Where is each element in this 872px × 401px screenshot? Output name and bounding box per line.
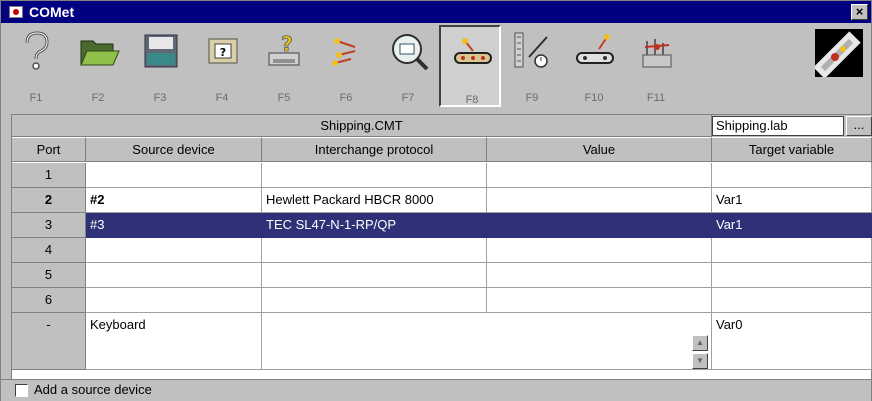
target-cell[interactable] xyxy=(712,163,872,188)
signal-connect-icon xyxy=(332,38,356,66)
value-cell[interactable] xyxy=(487,263,712,288)
value-cell[interactable] xyxy=(487,288,712,313)
value-cell[interactable] xyxy=(487,238,712,263)
open-button[interactable]: F2 xyxy=(67,25,129,107)
target-cell[interactable]: Var0 xyxy=(712,313,872,370)
gauge-button[interactable]: F9 xyxy=(501,25,563,107)
window-title: COMet xyxy=(29,4,75,20)
lab-file-field[interactable]: Shipping.lab xyxy=(712,116,844,136)
port-cell: 5 xyxy=(12,263,86,288)
port-cell: 6 xyxy=(12,288,86,313)
protocol-cell[interactable]: TEC SL47-N-1-RP/QP xyxy=(262,213,487,238)
toolbar: F1 F2 F3 ? F4 ? F5 F6 F7 F8 F9 F10 F11 xyxy=(1,23,871,109)
fkey-label: F5 xyxy=(277,92,291,104)
port-cell: 1 xyxy=(12,163,86,188)
cmt-file-name: Shipping.CMT xyxy=(12,115,712,137)
conveyor-button[interactable]: F8 xyxy=(439,25,501,107)
save-disk-icon xyxy=(144,34,178,68)
port-cell: 4 xyxy=(12,238,86,263)
comet-logo-icon xyxy=(815,29,863,77)
svg-text:?: ? xyxy=(281,32,293,56)
open-folder-icon xyxy=(80,40,120,66)
print-help-button[interactable]: ? F5 xyxy=(253,25,315,107)
save-button[interactable]: F3 xyxy=(129,25,191,107)
signal-button[interactable]: F6 xyxy=(315,25,377,107)
value-cell[interactable] xyxy=(487,188,712,213)
scroll-up-button[interactable]: ▲ xyxy=(692,335,708,351)
table-row[interactable]: 6 xyxy=(12,288,872,313)
keyboard-row[interactable]: - Keyboard ▲ ▼ Var0 xyxy=(12,313,872,370)
fkey-label: F7 xyxy=(401,92,415,104)
source-cell[interactable]: #2 xyxy=(86,188,262,213)
network-button[interactable]: F11 xyxy=(625,25,687,107)
header-source-device[interactable]: Source device xyxy=(86,137,262,162)
source-cell[interactable] xyxy=(86,163,262,188)
magnifier-display-icon xyxy=(392,34,429,71)
port-table: Shipping.CMT Shipping.lab ... Port Sourc… xyxy=(11,114,872,379)
source-cell[interactable] xyxy=(86,263,262,288)
protocol-cell[interactable] xyxy=(262,288,487,313)
port-cell: 2 xyxy=(12,188,86,213)
protocol-cell[interactable]: Hewlett Packard HBCR 8000 xyxy=(262,188,487,213)
target-cell[interactable]: Var1 xyxy=(712,188,872,213)
browse-button[interactable]: ... xyxy=(846,116,872,136)
source-cell[interactable] xyxy=(86,238,262,263)
device-info-icon: ? xyxy=(208,38,238,64)
header-value[interactable]: Value xyxy=(487,137,712,162)
table-row-selected[interactable]: 3 #3 TEC SL47-N-1-RP/QP Var1 xyxy=(12,213,872,238)
belt-scan-icon xyxy=(576,34,614,64)
table-row[interactable]: 1 xyxy=(12,163,872,188)
device-info-button[interactable]: ? F4 xyxy=(191,25,253,107)
fkey-label: F9 xyxy=(525,92,539,104)
source-cell[interactable]: Keyboard xyxy=(86,313,262,370)
comet-window: COMet × F1 F2 F3 ? F4 ? F5 F6 F7 F8 F9 F… xyxy=(0,0,872,401)
header-target-variable[interactable]: Target variable xyxy=(712,137,872,162)
protocol-cell[interactable] xyxy=(262,163,487,188)
belt-scan-button[interactable]: F10 xyxy=(563,25,625,107)
header-port[interactable]: Port xyxy=(12,137,86,162)
value-cell[interactable] xyxy=(487,213,712,238)
fkey-label: F3 xyxy=(153,92,167,104)
table-row[interactable]: 5 xyxy=(12,263,872,288)
add-source-label[interactable]: Add a source device xyxy=(34,382,152,397)
target-cell[interactable] xyxy=(712,288,872,313)
network-router-icon xyxy=(642,39,672,68)
protocol-cell[interactable] xyxy=(262,238,487,263)
target-cell[interactable] xyxy=(712,238,872,263)
fkey-label: F6 xyxy=(339,92,353,104)
close-button[interactable]: × xyxy=(851,4,868,20)
svg-text:?: ? xyxy=(220,46,226,59)
port-cell: - xyxy=(12,313,86,370)
status-bar: Add a source device xyxy=(1,379,871,401)
fkey-label: F11 xyxy=(646,92,666,104)
help-button[interactable]: F1 xyxy=(5,25,67,107)
table-row[interactable]: 2 #2 Hewlett Packard HBCR 8000 Var1 xyxy=(12,188,872,213)
app-icon xyxy=(9,6,23,18)
target-cell[interactable]: Var1 xyxy=(712,213,872,238)
fkey-label: F2 xyxy=(91,92,105,104)
fkey-label: F1 xyxy=(29,92,43,104)
fkey-label: F4 xyxy=(215,92,229,104)
add-source-checkbox[interactable] xyxy=(15,384,28,397)
help-question-icon xyxy=(25,31,49,70)
title-bar: COMet × xyxy=(1,1,871,23)
source-cell[interactable] xyxy=(86,288,262,313)
table-row[interactable]: 4 xyxy=(12,238,872,263)
protocol-value-cell[interactable] xyxy=(262,313,712,370)
gauge-timer-icon xyxy=(514,32,548,68)
target-cell[interactable] xyxy=(712,263,872,288)
scroll-down-button[interactable]: ▼ xyxy=(692,353,708,369)
protocol-cell[interactable] xyxy=(262,263,487,288)
fkey-label: F10 xyxy=(584,92,604,104)
printer-help-icon: ? xyxy=(268,32,300,66)
value-cell[interactable] xyxy=(487,163,712,188)
source-cell[interactable]: #3 xyxy=(86,213,262,238)
conveyor-belt-icon xyxy=(454,38,492,64)
fkey-label: F8 xyxy=(465,94,479,106)
header-interchange-protocol[interactable]: Interchange protocol xyxy=(262,137,487,162)
inspect-button[interactable]: F7 xyxy=(377,25,439,107)
port-cell: 3 xyxy=(12,213,86,238)
file-bar: Shipping.CMT Shipping.lab ... xyxy=(12,115,872,137)
